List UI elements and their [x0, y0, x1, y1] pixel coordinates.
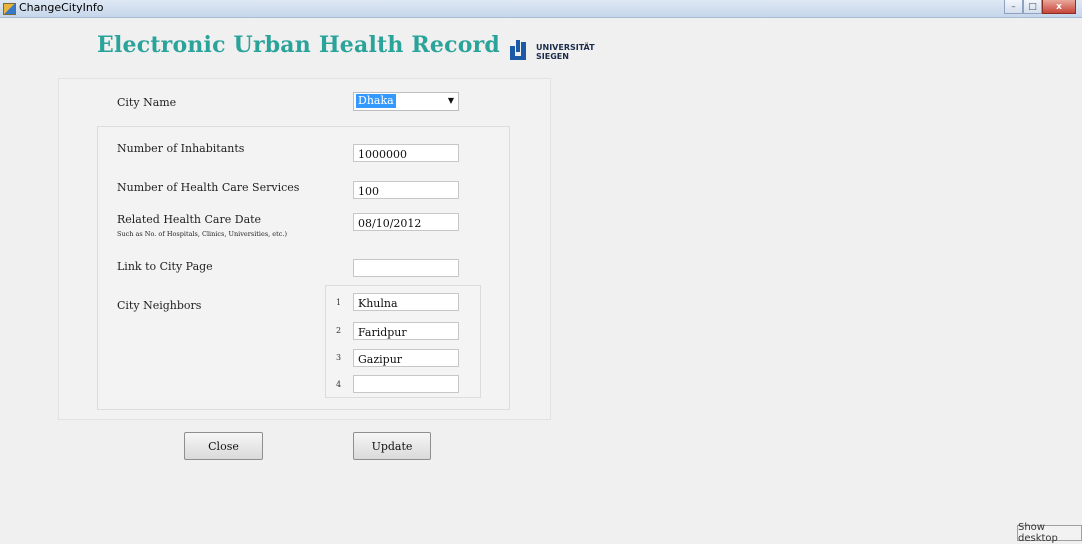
related-date-sublabel: Such as No. of Hospitals, Clinics, Unive…	[117, 230, 287, 238]
close-window-button[interactable]: x	[1042, 0, 1076, 14]
logo-line-1: UNIVERSITÄT	[536, 43, 595, 52]
page-title: Electronic Urban Health Record	[97, 32, 500, 58]
window-controls: – □ x	[1004, 0, 1076, 14]
neighbor-input-4[interactable]	[353, 375, 459, 393]
neighbor-input-3[interactable]: Gazipur	[353, 349, 459, 367]
logo-line-2: SIEGEN	[536, 52, 569, 61]
neighbor-number: 4	[336, 380, 342, 389]
maximize-button[interactable]: □	[1023, 0, 1042, 14]
neighbor-number: 3	[336, 353, 342, 362]
link-input[interactable]	[353, 259, 459, 277]
related-date-label: Related Health Care Date	[117, 213, 262, 226]
university-logo: UNIVERSITÄT SIEGEN	[510, 40, 600, 62]
neighbor-input-1[interactable]: Khulna	[353, 293, 459, 311]
inhabitants-label: Number of Inhabitants	[117, 142, 245, 155]
chevron-down-icon[interactable]: ▼	[448, 96, 454, 105]
related-date-input[interactable]: 08/10/2012	[353, 213, 459, 231]
neighbor-input-2[interactable]: Faridpur	[353, 322, 459, 340]
neighbor-number: 1	[336, 298, 342, 307]
window-title-bar: ChangeCityInfo – □ x	[0, 0, 1082, 18]
app-icon	[3, 3, 16, 15]
link-label: Link to City Page	[117, 260, 213, 273]
show-desktop-button[interactable]: Show desktop	[1017, 522, 1082, 544]
health-services-input[interactable]: 100	[353, 181, 459, 199]
update-button[interactable]: Update	[353, 432, 431, 460]
inhabitants-input[interactable]: 1000000	[353, 144, 459, 162]
window-title: ChangeCityInfo	[19, 1, 104, 14]
city-name-label: City Name	[117, 96, 177, 109]
close-button[interactable]: Close	[184, 432, 263, 460]
siegen-logo-icon	[510, 40, 526, 60]
neighbors-label: City Neighbors	[117, 299, 202, 312]
city-name-value: Dhaka	[356, 94, 396, 108]
logo-text: UNIVERSITÄT SIEGEN	[536, 43, 595, 61]
health-services-label: Number of Health Care Services	[117, 181, 300, 194]
minimize-button[interactable]: –	[1004, 0, 1023, 14]
neighbor-number: 2	[336, 326, 342, 335]
city-name-dropdown[interactable]: Dhaka ▼	[353, 92, 459, 111]
